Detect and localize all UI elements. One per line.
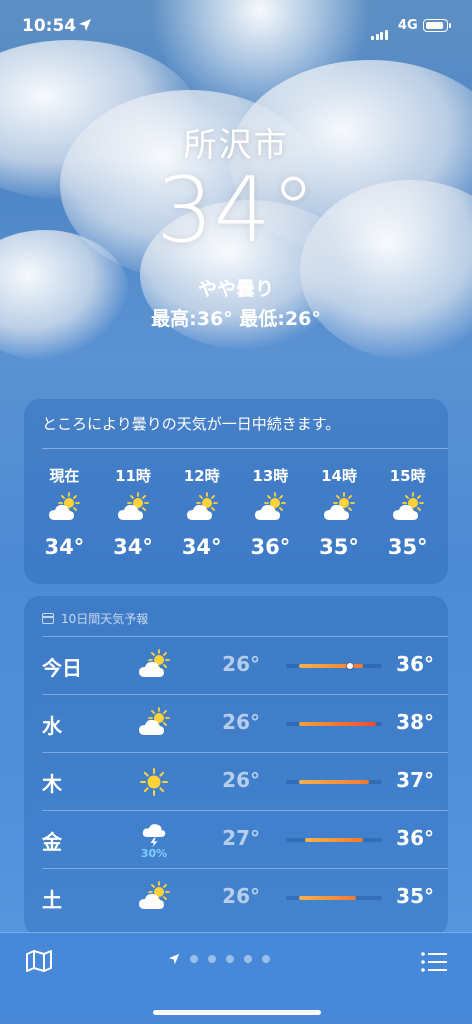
hourly-forecast-card[interactable]: ところにより曇りの天気が一日中続きます。 現在 34° 11時 34° 12時 34… [24,399,448,584]
hour-label: 14時 [321,467,357,485]
page-dot[interactable] [208,955,216,963]
hourly-item: 11時 34° [99,465,168,559]
current-temperature: 34° [156,158,316,263]
current-condition: やや曇り [197,278,274,300]
partly-cloudy-icon [30,487,99,531]
hourly-item: 15時 35° [373,465,442,559]
hour-temperature: 35° [387,535,428,559]
daily-list: 今日 26° 36° 水 26° 38° 木 26° 37° 金 30% 27°… [24,636,448,926]
hourly-item: 14時 35° [305,465,374,559]
low-temperature: 26° [222,652,260,676]
status-time: 10:54 [22,16,77,36]
hourly-item: 13時 36° [236,465,305,559]
hour-temperature: 35° [319,535,359,559]
home-indicator[interactable] [153,1010,321,1015]
divider [42,448,448,449]
partly-cloudy-icon [132,646,176,686]
page-dot[interactable] [244,955,252,963]
partly-cloudy-icon [167,487,236,531]
hour-label: 現在 [49,467,80,485]
temperature-range-fill [298,780,370,784]
status-bar: 10:54 4G [0,0,472,56]
temperature-range-bar [286,780,382,784]
temperature-range-bar [286,896,382,900]
day-label: 水 [42,714,62,738]
hour-label: 13時 [252,467,289,485]
low-temperature: 26° [222,768,260,792]
daily-row[interactable]: 今日 26° 36° [24,636,448,694]
ten-day-title: 10日間天気予報 [61,612,149,626]
ten-day-forecast-card[interactable]: 10日間天気予報 今日 26° 36° 水 26° 38° 木 26° 37° … [24,596,448,936]
thunderstorm-icon: 30% [132,820,176,860]
day-label: 今日 [42,656,82,680]
calendar-icon [42,613,54,624]
divider [42,636,448,637]
temperature-range-fill [298,896,357,900]
partly-cloudy-icon [305,487,374,531]
daily-row[interactable]: 木 26° 37° [24,752,448,810]
battery-icon [423,19,451,32]
sun-icon [132,762,176,802]
current-location-page-icon[interactable] [168,953,180,965]
precipitation-chance: 30% [140,847,168,860]
divider [42,810,448,811]
partly-cloudy-icon [373,487,442,531]
signal-icon [371,21,389,40]
location-arrow-icon [79,19,91,31]
partly-cloudy-icon [236,487,305,531]
hour-label: 11時 [115,467,151,485]
divider [42,868,448,869]
hour-label: 12時 [183,467,220,485]
page-dot[interactable] [226,955,234,963]
divider [42,752,448,753]
day-label: 木 [42,772,62,796]
day-label: 土 [42,888,62,912]
hour-temperature: 34° [44,535,85,559]
daily-row[interactable]: 金 30% 27° 36° [24,810,448,868]
hour-temperature: 36° [250,535,291,559]
partly-cloudy-icon [132,704,176,744]
high-temperature: 35° [396,884,434,908]
low-temperature: 26° [222,710,260,734]
page-dot[interactable] [262,955,270,963]
temperature-range-fill [305,838,363,842]
partly-cloudy-icon [99,487,168,531]
list-icon[interactable] [420,951,448,973]
page-dot[interactable] [190,955,198,963]
hour-temperature: 34° [113,535,153,559]
hourly-item: 現在 34° [30,465,99,559]
ten-day-header: 10日間天気予報 [42,610,148,627]
high-temperature: 37° [396,768,434,792]
partly-cloudy-icon [132,878,176,918]
temperature-range-fill [298,664,363,668]
daily-row[interactable]: 水 26° 38° [24,694,448,752]
current-temp-marker [346,663,353,669]
temperature-range-fill [298,722,376,726]
page-indicator[interactable] [168,953,270,965]
temperature-range-bar [286,722,382,726]
low-temperature: 27° [222,826,260,850]
high-low-temperature: 最高:36° 最低:26° [151,308,321,330]
map-icon[interactable] [25,950,53,972]
divider [42,694,448,695]
temperature-range-bar [286,663,382,669]
low-temperature: 26° [222,884,260,908]
temperature-range-bar [286,838,382,842]
high-temperature: 38° [396,710,434,734]
hour-temperature: 34° [181,535,222,559]
forecast-summary: ところにより曇りの天気が一日中続きます。 [42,415,341,433]
day-label: 金 [42,830,62,854]
hourly-item: 12時 34° [167,465,236,559]
network-label: 4G [398,18,418,33]
high-temperature: 36° [396,826,434,850]
high-temperature: 36° [396,652,434,676]
daily-row[interactable]: 土 26° 35° [24,868,448,926]
hourly-list[interactable]: 現在 34° 11時 34° 12時 34° 13時 36° 14時 35° 15時 35… [30,465,442,559]
hour-label: 15時 [389,467,426,485]
